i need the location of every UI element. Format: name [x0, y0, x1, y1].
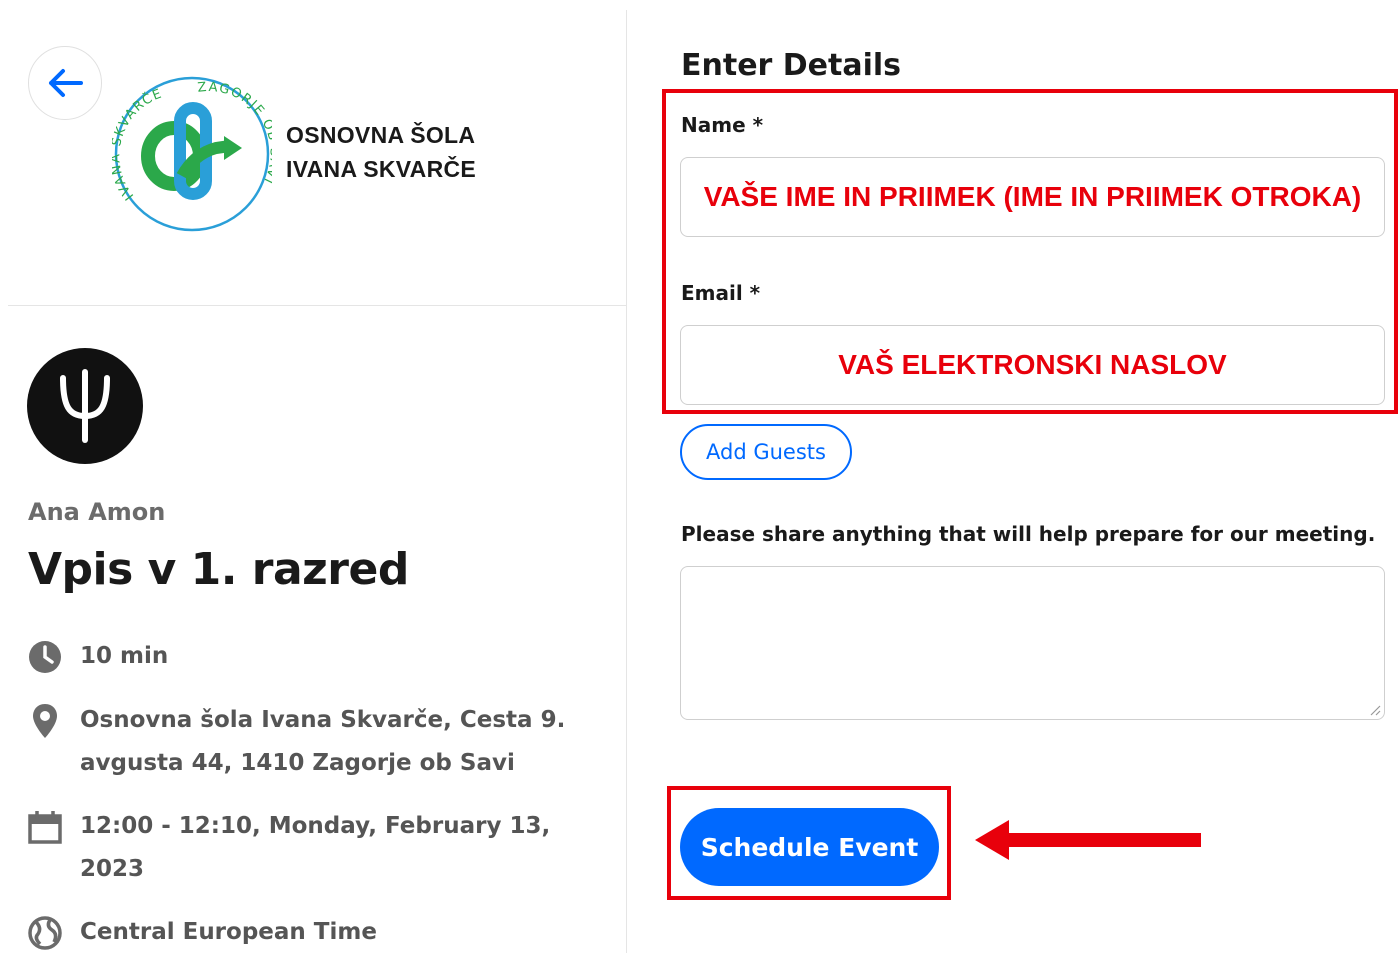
back-button[interactable]	[28, 46, 102, 120]
school-logo-icon: IVANA SKVARČE ZAGORJE OB SAVI	[112, 76, 272, 232]
annotation-arrow-icon	[975, 820, 1201, 860]
clock-icon	[29, 641, 61, 673]
globe-icon	[28, 916, 62, 950]
detail-duration: 10 min	[28, 640, 570, 678]
school-name: OSNOVNA ŠOLA IVANA SKVARČE	[286, 118, 476, 186]
arrow-left-icon	[49, 69, 83, 97]
calendar-icon	[28, 811, 62, 844]
datetime-text: 12:00 - 12:10, Monday, February 13, 2023	[80, 813, 551, 882]
divider	[8, 305, 626, 306]
schedule-event-button[interactable]: Schedule Event	[680, 808, 939, 886]
detail-datetime: 12:00 - 12:10, Monday, February 13, 2023	[28, 810, 570, 891]
psi-icon	[60, 369, 110, 443]
panel-divider	[626, 10, 627, 953]
school-name-line2: IVANA SKVARČE	[286, 156, 477, 182]
school-name-line1: OSNOVNA ŠOLA	[286, 122, 476, 148]
event-info-panel: IVANA SKVARČE ZAGORJE OB SAVI OSNOVNA ŠO…	[0, 0, 626, 953]
host-name: Ana Amon	[28, 498, 166, 526]
detail-location: Osnovna šola Ivana Skvarče, Cesta 9. avg…	[28, 704, 570, 785]
notes-textarea[interactable]	[680, 566, 1385, 720]
form-title: Enter Details	[681, 48, 902, 83]
annotation-highlight-fields	[662, 89, 1398, 414]
location-pin-icon	[33, 704, 57, 738]
resize-grip-icon[interactable]	[1367, 702, 1381, 716]
add-guests-button[interactable]: Add Guests	[680, 424, 852, 480]
event-title: Vpis v 1. razred	[28, 544, 409, 595]
timezone-text: Central European Time	[80, 919, 377, 945]
duration-text: 10 min	[80, 643, 169, 669]
notes-label: Please share anything that will help pre…	[681, 522, 1376, 546]
detail-timezone: Central European Time	[28, 916, 570, 954]
location-text: Osnovna šola Ivana Skvarče, Cesta 9. avg…	[80, 707, 566, 776]
host-avatar	[27, 348, 143, 464]
